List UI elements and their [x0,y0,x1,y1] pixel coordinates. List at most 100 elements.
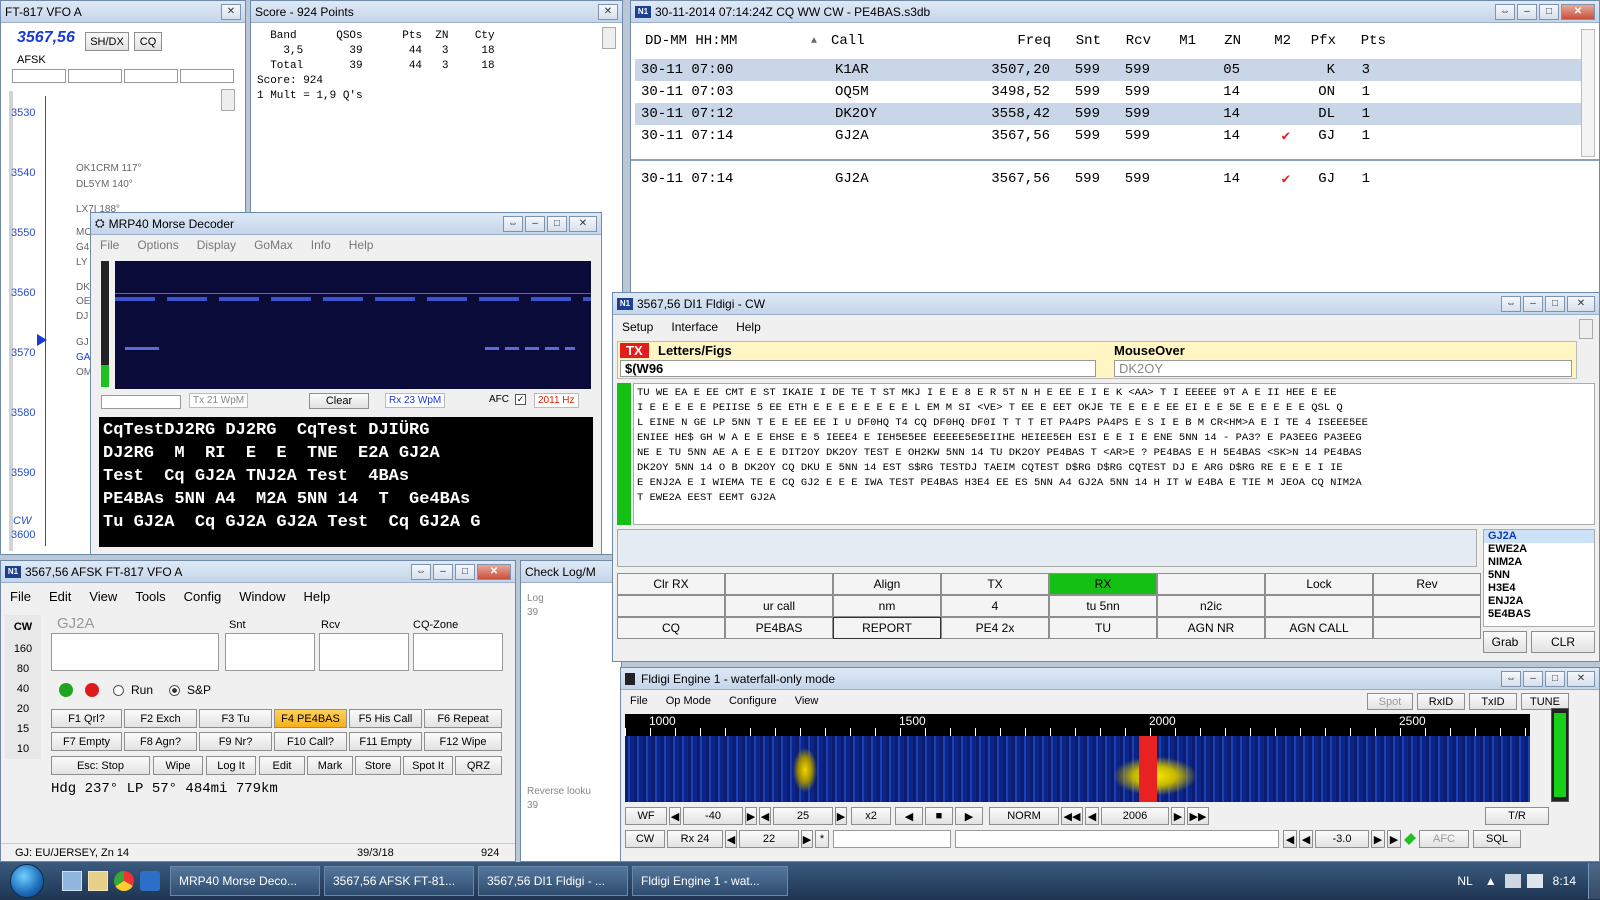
macro-empty[interactable] [617,595,725,617]
wf-text-field-wide[interactable] [955,830,1279,848]
run-radio[interactable] [113,685,124,696]
tr-button[interactable]: T/R [1485,807,1549,825]
mark-button[interactable]: Mark [307,756,353,775]
macro-n2ic[interactable]: n2ic [1157,595,1265,617]
rcv-input[interactable] [319,633,409,671]
chrome-icon[interactable] [114,871,134,891]
vfo-titlebar[interactable]: FT-817 VFO A ✕ [1,1,245,23]
macro-pe4bas[interactable]: PE4BAS [725,617,833,639]
edit-button[interactable]: Edit [259,756,305,775]
minimize-icon[interactable]: – [525,215,545,232]
list-item[interactable]: H3E4 [1484,582,1594,595]
list-item[interactable]: 5NN [1484,569,1594,582]
menu-interface[interactable]: Interface [662,320,727,334]
fldigi-scrollbar[interactable] [1579,319,1593,339]
spot-dl5ym[interactable]: DL5YM 140° [76,179,133,190]
wpm-value[interactable]: 22 [739,830,799,848]
macro-empty[interactable] [1157,573,1265,595]
maximize-icon[interactable]: □ [547,215,567,232]
menu-view[interactable]: View [80,589,126,604]
fast-left-icon[interactable]: ◀◀ [1061,807,1083,825]
close-icon[interactable]: ✕ [477,563,511,580]
arrow-left-icon[interactable]: ◀ [1299,830,1313,848]
macro-tu[interactable]: TU [1049,617,1157,639]
menu-edit[interactable]: Edit [40,589,80,604]
header-pfx[interactable]: Pfx [1291,33,1336,49]
menu-help[interactable]: Help [295,589,340,604]
band-40[interactable]: 40 [5,679,41,699]
header-rcv[interactable]: Rcv [1101,33,1151,49]
band-160[interactable]: 160 [5,639,41,659]
menu-config[interactable]: Config [175,589,231,604]
close-icon[interactable]: ✕ [569,215,597,232]
stop-icon[interactable]: ■ [925,807,953,825]
table-row[interactable]: 30-11 07:00 K1AR 3507,20 599 599 05 K 3 [635,59,1581,81]
fast-right-icon[interactable]: ▶▶ [1187,807,1209,825]
explorer-icon[interactable] [88,871,108,891]
table-row[interactable]: 30-11 07:12 DK2OY 3558,42 599 599 14 DL … [635,103,1581,125]
minimize-icon[interactable]: – [1523,295,1543,312]
restore-icon[interactable]: ⇔ [1501,295,1521,312]
clock[interactable]: 8:14 [1553,874,1576,888]
menu-options[interactable]: Options [128,238,187,252]
fldigi-titlebar[interactable]: N1 3567,56 DI1 Fldigi - CW ⇔ – □ ✕ [613,293,1599,315]
menu-window[interactable]: Window [230,589,294,604]
table-row[interactable]: 30-11 07:03 OQ5M 3498,52 599 599 14 ON 1 [635,81,1581,103]
cq-button[interactable]: CQ [134,32,162,51]
waterfall-display[interactable] [625,736,1530,802]
maximize-icon[interactable]: □ [1545,670,1565,687]
band-15[interactable]: 15 [5,719,41,739]
list-item[interactable]: EWE2A [1484,543,1594,556]
rxid-button[interactable]: RxID [1417,693,1465,710]
menu-view[interactable]: View [786,695,828,707]
checklog-titlebar[interactable]: Check Log/M [521,561,621,583]
macro-agn-call[interactable]: AGN CALL [1265,617,1373,639]
header-call[interactable]: Call [831,33,956,49]
table-row[interactable]: 30-11 07:14 GJ2A 3567,56 599 599 14 ✔ GJ… [635,125,1581,147]
arrow-right-icon[interactable]: ▶ [801,830,813,848]
wf-level-value[interactable]: -40 [683,807,743,825]
star-button[interactable]: * [815,830,829,848]
f1-button[interactable]: F1 Qrl? [51,709,122,728]
score-scrollbar[interactable] [602,27,616,49]
f7-button[interactable]: F7 Empty [51,732,122,751]
restore-icon[interactable]: ⇔ [1495,3,1515,20]
menu-file[interactable]: File [91,238,128,252]
vfo-box-4[interactable] [180,69,234,83]
header-snt[interactable]: Snt [1051,33,1101,49]
wf-mode-button[interactable]: WF [625,807,667,825]
play-left-icon[interactable]: ◀ [895,807,923,825]
vfo-box-2[interactable] [68,69,122,83]
f10-button[interactable]: F10 Call? [274,732,347,751]
f2-button[interactable]: F2 Exch [124,709,197,728]
f5-button[interactable]: F5 His Call [349,709,422,728]
menu-display[interactable]: Display [188,238,245,252]
macro-pe4-2x[interactable]: PE4 2x [941,617,1049,639]
current-qso-row[interactable]: 30-11 07:14 GJ2A 3567,56 599 599 14 ✔ GJ… [635,168,1581,190]
macro-tu-5nn[interactable]: tu 5nn [1049,595,1157,617]
menu-info[interactable]: Info [302,238,340,252]
list-item[interactable]: GJ2A [1484,530,1594,543]
spot-ok1crm[interactable]: OK1CRM 117° [76,163,142,174]
f8-button[interactable]: F8 Agn? [124,732,197,751]
esc-stop-button[interactable]: Esc: Stop [51,756,150,775]
menu-tools[interactable]: Tools [126,589,174,604]
arrow-right-icon[interactable]: ▶ [1371,830,1385,848]
close-icon[interactable]: ✕ [1561,3,1595,20]
f12-button[interactable]: F12 Wipe [424,732,502,751]
band-10[interactable]: 10 [5,739,41,759]
list-item[interactable]: NIM2A [1484,556,1594,569]
afc-button[interactable]: AFC [1419,830,1469,848]
spot-it-button[interactable]: Spot It [403,756,453,775]
menu-file[interactable]: File [1,589,40,604]
squelch-value[interactable]: -3.0 [1315,830,1369,848]
taskbar-item-waterfall[interactable]: Fldigi Engine 1 - wat... [632,866,788,896]
call-input[interactable] [51,633,219,671]
restore-icon[interactable]: ⇔ [1501,670,1521,687]
rx-button[interactable]: RX [1049,573,1157,595]
clr-rx-button[interactable]: Clr RX [617,573,725,595]
maximize-icon[interactable]: □ [1539,3,1559,20]
header-pts[interactable]: Pts [1336,33,1386,49]
restore-icon[interactable]: ⇔ [503,215,523,232]
wf-range-value[interactable]: 25 [773,807,833,825]
